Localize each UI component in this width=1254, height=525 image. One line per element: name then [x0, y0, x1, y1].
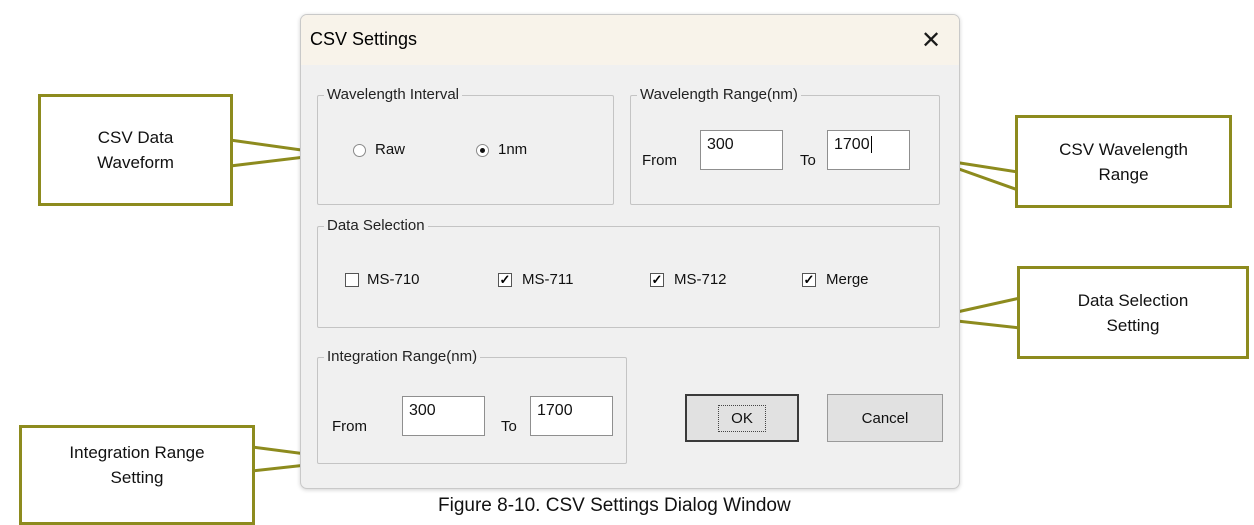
- checkbox-merge[interactable]: ✓: [802, 273, 816, 287]
- checkbox-ms-711-label[interactable]: MS-711: [522, 271, 573, 289]
- cancel-button[interactable]: Cancel: [827, 394, 943, 442]
- checkbox-ms-712[interactable]: ✓: [650, 273, 664, 287]
- wavelength-from-label: From: [642, 152, 677, 169]
- title-bar: CSV Settings ✕: [301, 15, 959, 65]
- data-selection-legend: Data Selection: [324, 217, 428, 235]
- wavelength-range-legend: Wavelength Range(nm): [637, 86, 801, 104]
- wavelength-interval-group: Wavelength Interval Raw 1nm: [317, 86, 614, 205]
- csv-settings-dialog: CSV Settings ✕ Wavelength Interval Raw 1…: [300, 14, 960, 489]
- wavelength-interval-legend: Wavelength Interval: [324, 86, 463, 104]
- callout-text: Integration Range Setting: [69, 443, 205, 487]
- wavelength-range-group: Wavelength Range(nm) From 300 To 1700: [630, 86, 940, 205]
- callout-data-selection-setting: Data Selection Setting: [1017, 266, 1249, 359]
- radio-raw[interactable]: [353, 144, 366, 157]
- callout-text: CSV Data Waveform: [97, 128, 174, 172]
- radio-1nm-label[interactable]: 1nm: [498, 141, 527, 159]
- callout-csv-wavelength-range: CSV Wavelength Range: [1015, 115, 1232, 208]
- wavelength-from-input[interactable]: 300: [700, 130, 783, 170]
- integration-from-input[interactable]: 300: [402, 396, 485, 436]
- wavelength-to-input[interactable]: 1700: [827, 130, 910, 170]
- checkbox-ms-710[interactable]: [345, 273, 359, 287]
- close-icon[interactable]: ✕: [903, 15, 959, 65]
- cancel-button-label: Cancel: [861, 409, 909, 427]
- checkbox-merge-label[interactable]: Merge: [826, 271, 869, 289]
- integration-range-group: Integration Range(nm) From 300 To 1700: [317, 348, 627, 464]
- callout-text: CSV Wavelength Range: [1059, 139, 1188, 184]
- checkbox-ms-711[interactable]: ✓: [498, 273, 512, 287]
- integration-from-label: From: [332, 418, 367, 435]
- data-selection-group: Data Selection MS-710 ✓ MS-711 ✓ MS-712 …: [317, 217, 940, 328]
- integration-to-label: To: [501, 418, 517, 435]
- integration-to-input[interactable]: 1700: [530, 396, 613, 436]
- checkbox-ms-712-label[interactable]: MS-712: [674, 271, 727, 289]
- ok-button-label: OK: [718, 404, 766, 432]
- text-caret: [870, 136, 872, 153]
- ok-button[interactable]: OK: [685, 394, 799, 442]
- dialog-title: CSV Settings: [310, 29, 418, 49]
- radio-1nm[interactable]: [476, 144, 489, 157]
- radio-selected-dot: [480, 148, 485, 153]
- wavelength-to-label: To: [800, 152, 816, 169]
- integration-range-legend: Integration Range(nm): [324, 348, 481, 366]
- checkbox-ms-710-label[interactable]: MS-710: [367, 271, 420, 289]
- callout-csv-data-waveform: CSV Data Waveform: [38, 94, 233, 206]
- callout-text: Data Selection Setting: [1077, 290, 1189, 335]
- radio-raw-label[interactable]: Raw: [375, 141, 405, 159]
- figure-caption: Figure 8-10. CSV Settings Dialog Window: [438, 495, 791, 516]
- callout-integration-range-setting: Integration Range Setting: [19, 425, 255, 525]
- wavelength-to-value: 1700: [834, 136, 870, 153]
